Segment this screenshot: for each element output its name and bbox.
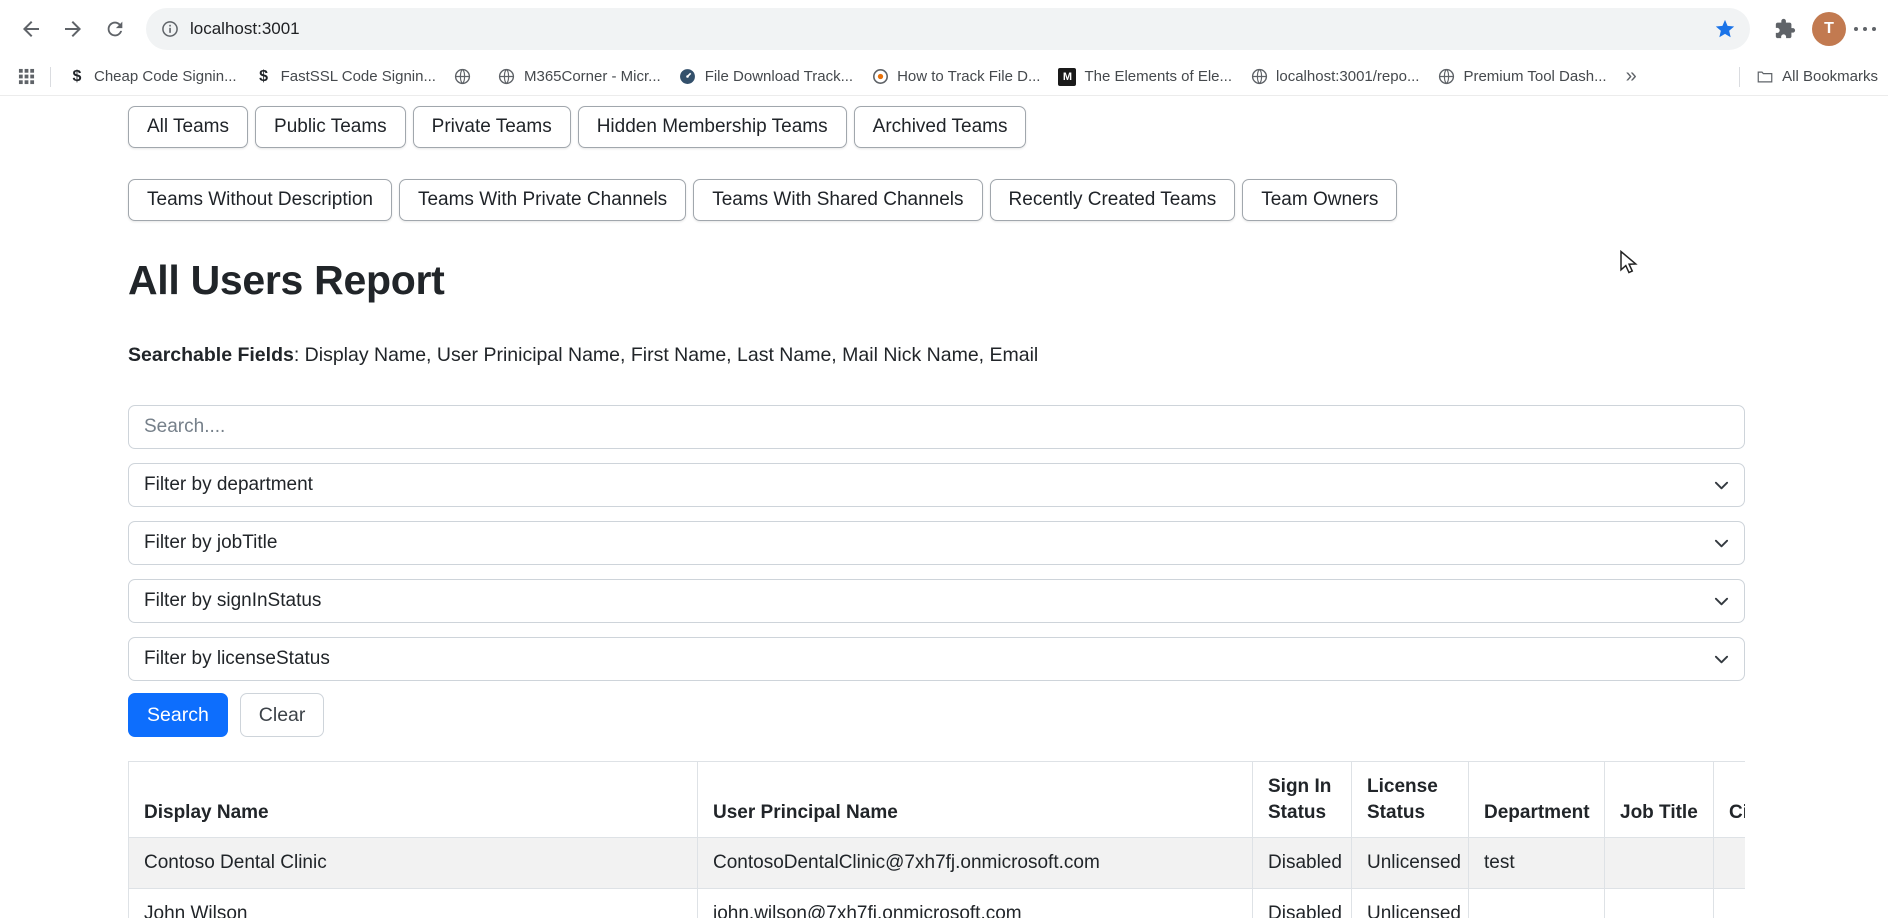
browser-window: localhost:3001 T $ Cheap Code Signin... … xyxy=(0,0,1888,918)
globe-icon xyxy=(454,68,472,86)
table-cell: john.wilson@7xh7fj.onmicrosoft.com xyxy=(698,888,1253,918)
search-input[interactable] xyxy=(128,405,1745,449)
bookmarks-separator xyxy=(50,67,51,87)
table-cell xyxy=(1469,888,1605,918)
filter-licensestatus-select[interactable]: Filter by licenseStatus xyxy=(128,637,1745,681)
folder-icon xyxy=(1756,68,1774,86)
filter-licensestatus-label: Filter by licenseStatus xyxy=(144,648,330,670)
table-cell: Unlicensed xyxy=(1352,838,1469,889)
bookmark-item-how-to-track[interactable]: How to Track File D... xyxy=(862,64,1049,90)
filter-jobtitle-label: Filter by jobTitle xyxy=(144,532,277,554)
extensions-icon[interactable] xyxy=(1764,8,1806,50)
tab-public-teams[interactable]: Public Teams xyxy=(255,106,406,148)
back-icon[interactable] xyxy=(10,8,52,50)
dollar-icon: $ xyxy=(68,68,86,86)
profile-avatar[interactable]: T xyxy=(1812,12,1846,46)
bookmark-item-localhost-repo[interactable]: localhost:3001/repo... xyxy=(1241,64,1428,90)
bookmark-item-globe[interactable] xyxy=(445,64,489,90)
search-button[interactable]: Search xyxy=(128,693,228,737)
apps-grid-icon[interactable] xyxy=(10,61,42,93)
all-bookmarks-button[interactable]: All Bookmarks xyxy=(1731,67,1878,87)
globe-icon xyxy=(498,68,516,86)
table-header-row: Display Name User Principal Name Sign In… xyxy=(129,762,1746,838)
bookmark-item-m365corner[interactable]: M365Corner - Micr... xyxy=(489,64,670,90)
table-cell: Contoso Dental Clinic xyxy=(129,838,698,889)
filter-jobtitle-select[interactable]: Filter by jobTitle xyxy=(128,521,1745,565)
chevron-down-icon xyxy=(1714,536,1729,551)
address-bar[interactable]: localhost:3001 xyxy=(146,8,1750,50)
table-row: John Wilson john.wilson@7xh7fj.onmicroso… xyxy=(129,888,1746,918)
table-cell: Disabled xyxy=(1253,888,1352,918)
clear-button[interactable]: Clear xyxy=(240,693,325,737)
searchable-fields-list: : Display Name, User Prinicipal Name, Fi… xyxy=(294,344,1038,366)
site-info-icon[interactable] xyxy=(160,19,180,39)
tab-teams-with-shared-channels[interactable]: Teams With Shared Channels xyxy=(693,179,982,221)
tab-team-owners[interactable]: Team Owners xyxy=(1242,179,1397,221)
chevron-down-icon xyxy=(1714,652,1729,667)
bookmark-item-fastssl[interactable]: $ FastSSL Code Signin... xyxy=(246,64,445,90)
table-cell: Disabled xyxy=(1253,838,1352,889)
bookmarks-separator xyxy=(1739,67,1740,87)
tab-recently-created-teams[interactable]: Recently Created Teams xyxy=(990,179,1236,221)
table-cell: Unlicensed xyxy=(1352,888,1469,918)
filter-signinstatus-label: Filter by signInStatus xyxy=(144,590,321,612)
chevron-down-icon xyxy=(1714,478,1729,493)
forward-icon[interactable] xyxy=(52,8,94,50)
table-cell xyxy=(1714,838,1746,889)
tab-teams-without-description[interactable]: Teams Without Description xyxy=(128,179,392,221)
team-tabs-row-2: Teams Without Description Teams With Pri… xyxy=(128,179,1745,221)
medium-icon: M xyxy=(1058,68,1076,86)
action-buttons: Search Clear xyxy=(128,693,1745,737)
column-header-user-principal-name: User Principal Name xyxy=(698,762,1253,838)
page-content: All Teams Public Teams Private Teams Hid… xyxy=(0,96,1745,918)
table-cell: test xyxy=(1469,838,1605,889)
column-header-job-title: Job Title xyxy=(1605,762,1714,838)
team-tabs-row-1: All Teams Public Teams Private Teams Hid… xyxy=(128,106,1745,148)
column-header-city: City xyxy=(1714,762,1746,838)
gauge-icon xyxy=(679,68,697,86)
page-title: All Users Report xyxy=(128,257,1745,304)
bookmark-item-elements[interactable]: M The Elements of Ele... xyxy=(1049,64,1241,90)
tab-teams-with-private-channels[interactable]: Teams With Private Channels xyxy=(399,179,686,221)
browser-toolbar: localhost:3001 T xyxy=(0,0,1888,58)
menu-kebab-icon[interactable] xyxy=(1852,8,1878,50)
bookmark-item-premium-tool[interactable]: Premium Tool Dash... xyxy=(1428,64,1615,90)
tab-all-teams[interactable]: All Teams xyxy=(128,106,248,148)
bookmarks-bar: $ Cheap Code Signin... $ FastSSL Code Si… xyxy=(0,58,1888,96)
searchable-fields-label: Searchable Fields xyxy=(128,344,294,366)
chevron-down-icon xyxy=(1714,594,1729,609)
tab-hidden-membership-teams[interactable]: Hidden Membership Teams xyxy=(578,106,847,148)
refresh-icon[interactable] xyxy=(94,8,136,50)
url-text: localhost:3001 xyxy=(190,19,1704,39)
filter-department-label: Filter by department xyxy=(144,474,313,496)
bookmark-item-file-download[interactable]: File Download Track... xyxy=(670,64,862,90)
column-header-sign-in-status: Sign In Status xyxy=(1253,762,1352,838)
table-cell xyxy=(1605,838,1714,889)
globe-icon xyxy=(1250,68,1268,86)
filter-signinstatus-select[interactable]: Filter by signInStatus xyxy=(128,579,1745,623)
target-icon xyxy=(871,68,889,86)
dollar-icon: $ xyxy=(255,68,273,86)
column-header-department: Department xyxy=(1469,762,1605,838)
column-header-license-status: License Status xyxy=(1352,762,1469,838)
table-cell: ContosoDentalClinic@7xh7fj.onmicrosoft.c… xyxy=(698,838,1253,889)
table-cell xyxy=(1605,888,1714,918)
table-cell xyxy=(1714,888,1746,918)
tab-private-teams[interactable]: Private Teams xyxy=(413,106,571,148)
users-table: Display Name User Principal Name Sign In… xyxy=(128,761,1745,918)
column-header-display-name: Display Name xyxy=(129,762,698,838)
globe-icon xyxy=(1437,68,1455,86)
bookmark-star-icon[interactable] xyxy=(1714,18,1736,40)
bookmarks-overflow-icon[interactable]: » xyxy=(1616,65,1647,88)
searchable-fields-text: Searchable Fields: Display Name, User Pr… xyxy=(128,344,1745,367)
tab-archived-teams[interactable]: Archived Teams xyxy=(854,106,1027,148)
table-cell: John Wilson xyxy=(129,888,698,918)
bookmark-item-cheap-code[interactable]: $ Cheap Code Signin... xyxy=(59,64,246,90)
filter-department-select[interactable]: Filter by department xyxy=(128,463,1745,507)
table-row: Contoso Dental Clinic ContosoDentalClini… xyxy=(129,838,1746,889)
